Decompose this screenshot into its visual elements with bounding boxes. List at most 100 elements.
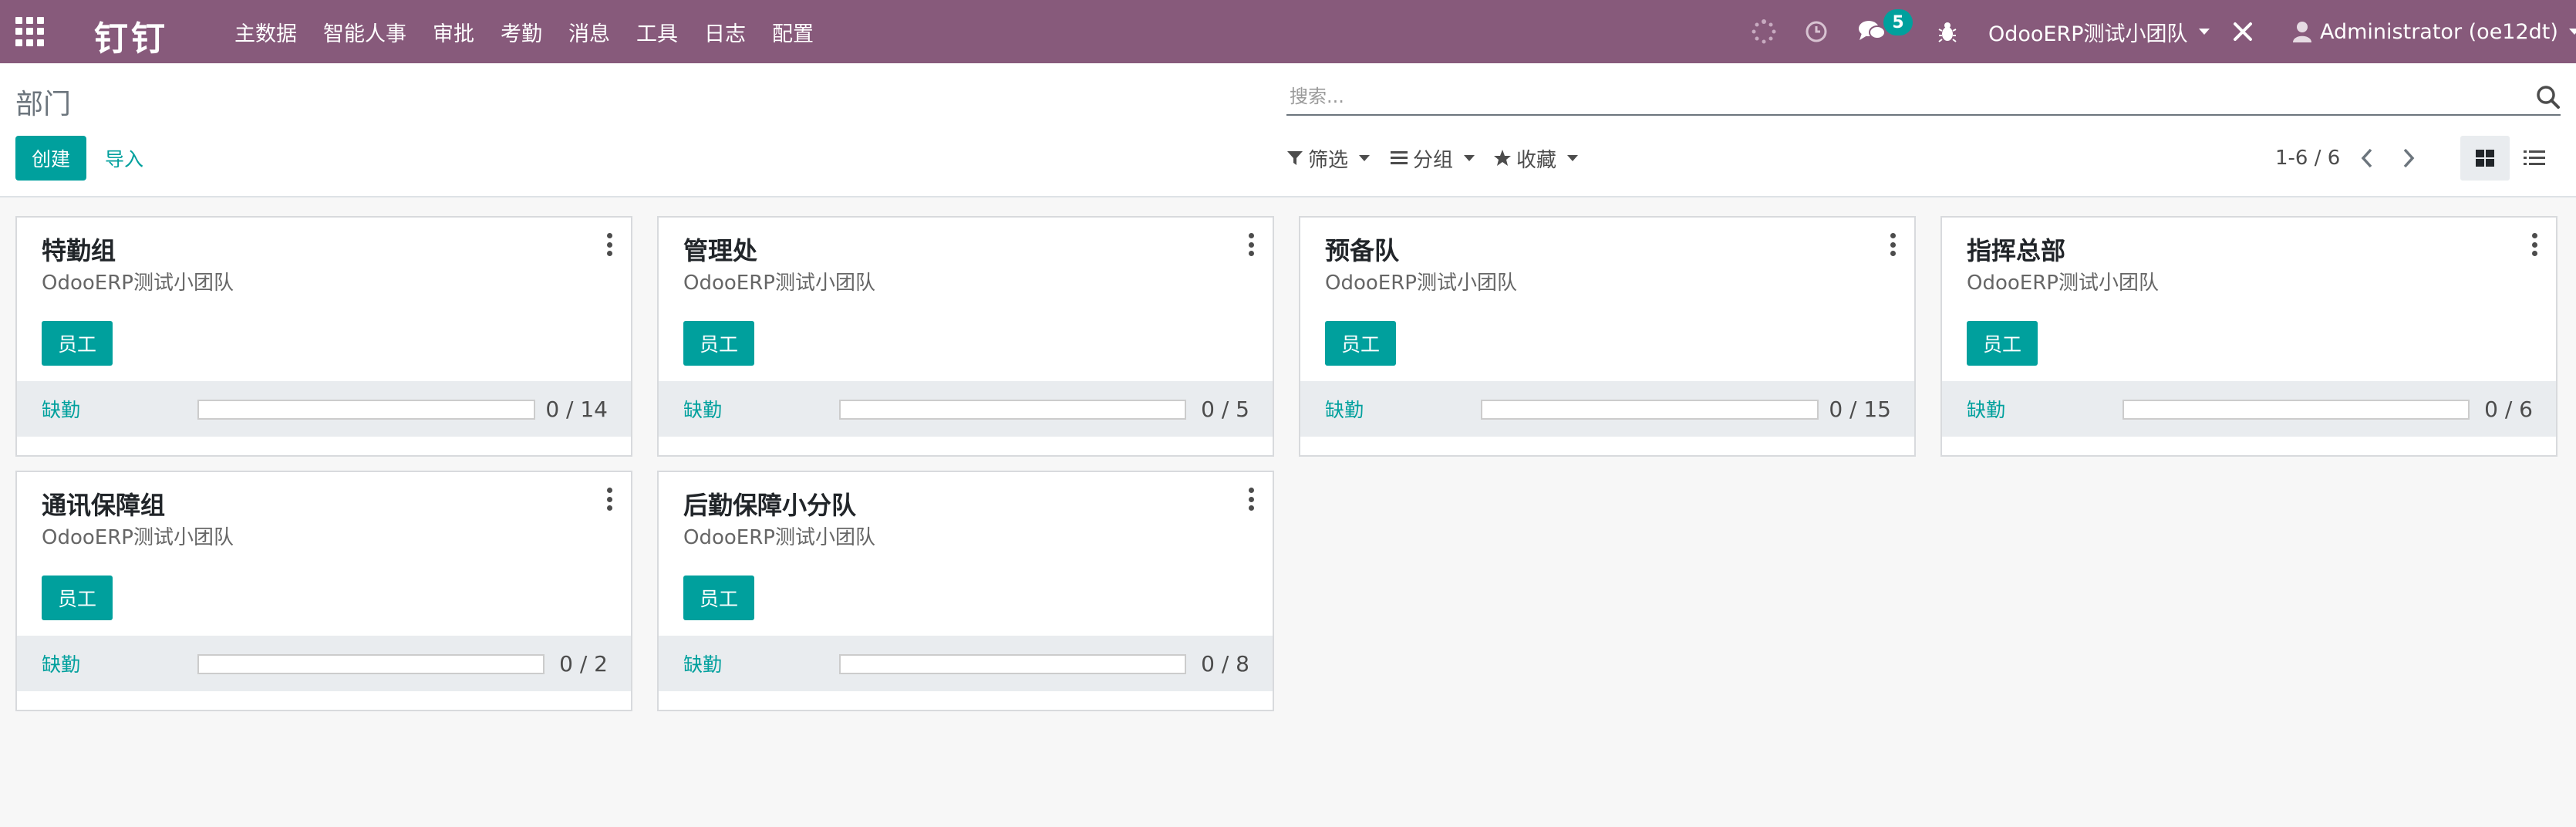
absence-link[interactable]: 缺勤 bbox=[683, 636, 722, 691]
menu-item-approval[interactable]: 审批 bbox=[431, 17, 476, 47]
absence-progress-bar bbox=[1481, 400, 1819, 420]
department-name[interactable]: 预备队 bbox=[1325, 231, 1399, 267]
search-input[interactable] bbox=[1290, 80, 2493, 113]
department-card[interactable]: 通讯保障组 OdooERP测试小团队 员工 缺勤 0 / 2 bbox=[15, 471, 632, 711]
app-brand[interactable]: 钉钉 bbox=[94, 11, 168, 60]
department-card[interactable]: 管理处 OdooERP测试小团队 员工 缺勤 0 / 5 bbox=[657, 216, 1274, 457]
apps-menu-icon[interactable] bbox=[15, 17, 45, 46]
department-company: OdooERP测试小团队 bbox=[42, 272, 234, 295]
absence-link[interactable]: 缺勤 bbox=[42, 636, 80, 691]
import-button[interactable]: 导入 bbox=[105, 136, 143, 181]
absence-count: 0 / 6 bbox=[2484, 396, 2533, 422]
department-card[interactable]: 后勤保障小分队 OdooERP测试小团队 员工 缺勤 0 / 8 bbox=[657, 471, 1274, 711]
absence-progress-bar bbox=[197, 654, 545, 674]
absence-footer: 缺勤 0 / 6 bbox=[1942, 381, 2556, 437]
tools-icon[interactable] bbox=[2232, 0, 2254, 63]
absence-link[interactable]: 缺勤 bbox=[1967, 381, 2005, 437]
filter-label: 筛选 bbox=[1308, 148, 1349, 172]
user-avatar-icon bbox=[2293, 22, 2311, 42]
department-card[interactable]: 特勤组 OdooERP测试小团队 员工 缺勤 0 / 14 bbox=[15, 216, 632, 457]
star-icon bbox=[1494, 150, 1511, 166]
chevron-down-icon bbox=[2198, 29, 2210, 35]
kanban-grid-icon bbox=[2476, 150, 2494, 167]
department-company: OdooERP测试小团队 bbox=[683, 526, 875, 549]
absence-footer: 缺勤 0 / 15 bbox=[1300, 381, 1914, 437]
pager-value[interactable]: 1-6 / 6 bbox=[2275, 136, 2340, 181]
list-view-button[interactable] bbox=[2510, 136, 2559, 181]
department-company: OdooERP测试小团队 bbox=[1967, 272, 2159, 295]
card-menu-icon[interactable] bbox=[1888, 233, 1897, 256]
favorites-label: 收藏 bbox=[1516, 148, 1557, 172]
pager-previous-button[interactable] bbox=[2360, 136, 2374, 181]
messaging-chat-icon[interactable]: 5 bbox=[1857, 0, 1913, 63]
user-menu[interactable]: Administrator (oe12dt) bbox=[2292, 0, 2576, 63]
menu-item-messages[interactable]: 消息 bbox=[567, 17, 612, 47]
card-menu-icon[interactable] bbox=[1246, 488, 1256, 511]
absence-progress-bar bbox=[197, 400, 535, 420]
employees-button[interactable]: 员工 bbox=[42, 321, 113, 366]
employees-button[interactable]: 员工 bbox=[683, 576, 754, 620]
chevron-down-icon bbox=[1567, 155, 1579, 161]
card-menu-icon[interactable] bbox=[605, 233, 614, 256]
absence-progress-bar bbox=[839, 400, 1186, 420]
absence-footer: 缺勤 0 / 14 bbox=[17, 381, 631, 437]
card-menu-icon[interactable] bbox=[605, 488, 614, 511]
create-button[interactable]: 创建 bbox=[15, 136, 86, 181]
filter-icon bbox=[1287, 151, 1303, 165]
chevron-down-icon bbox=[2568, 29, 2576, 35]
filter-dropdown[interactable]: 筛选 bbox=[1286, 136, 1371, 181]
employees-button[interactable]: 员工 bbox=[1967, 321, 2038, 366]
group-by-label: 分组 bbox=[1413, 148, 1454, 172]
absence-count: 0 / 5 bbox=[1201, 396, 1249, 422]
absence-progress-bar bbox=[2123, 400, 2470, 420]
absence-footer: 缺勤 0 / 5 bbox=[659, 381, 1273, 437]
department-company: OdooERP测试小团队 bbox=[1325, 272, 1517, 295]
menu-item-master-data[interactable]: 主数据 bbox=[233, 17, 298, 47]
chevron-down-icon bbox=[1359, 155, 1371, 161]
employees-button[interactable]: 员工 bbox=[683, 321, 754, 366]
control-panel: 部门 创建 导入 筛选 分组 收藏 1-6 / 6 bbox=[0, 63, 2576, 197]
card-menu-icon[interactable] bbox=[2530, 233, 2539, 256]
loading-spinner-icon bbox=[1751, 0, 1777, 63]
department-name[interactable]: 管理处 bbox=[683, 231, 757, 267]
department-name[interactable]: 通讯保障组 bbox=[42, 486, 165, 522]
department-card[interactable]: 预备队 OdooERP测试小团队 员工 缺勤 0 / 15 bbox=[1299, 216, 1916, 457]
user-name: Administrator (oe12dt) bbox=[2320, 19, 2558, 44]
menu-item-log[interactable]: 日志 bbox=[703, 17, 747, 47]
debug-bug-icon[interactable] bbox=[1937, 0, 1957, 63]
company-switcher[interactable]: OdooERP测试小团队 bbox=[1988, 0, 2210, 63]
employees-button[interactable]: 员工 bbox=[1325, 321, 1396, 366]
absence-count: 0 / 8 bbox=[1201, 650, 1249, 677]
absence-link[interactable]: 缺勤 bbox=[42, 381, 80, 437]
department-name[interactable]: 指挥总部 bbox=[1967, 231, 2065, 267]
message-count-badge: 5 bbox=[1883, 9, 1913, 35]
department-company: OdooERP测试小团队 bbox=[42, 526, 234, 549]
menu-item-tools[interactable]: 工具 bbox=[635, 17, 679, 47]
absence-link[interactable]: 缺勤 bbox=[1325, 381, 1364, 437]
department-name[interactable]: 特勤组 bbox=[42, 231, 116, 267]
group-by-dropdown[interactable]: 分组 bbox=[1390, 136, 1475, 181]
absence-count: 0 / 15 bbox=[1829, 396, 1891, 422]
department-name[interactable]: 后勤保障小分队 bbox=[683, 486, 856, 522]
absence-footer: 缺勤 0 / 2 bbox=[17, 636, 631, 691]
department-card[interactable]: 指挥总部 OdooERP测试小团队 员工 缺勤 0 / 6 bbox=[1940, 216, 2557, 457]
department-company: OdooERP测试小团队 bbox=[683, 272, 875, 295]
chevron-left-icon bbox=[2361, 148, 2372, 168]
menu-item-attendance[interactable]: 考勤 bbox=[499, 17, 544, 47]
company-name: OdooERP测试小团队 bbox=[1988, 22, 2188, 46]
breadcrumb: 部门 bbox=[15, 89, 72, 120]
kanban-view-button[interactable] bbox=[2460, 136, 2510, 181]
absence-count: 0 / 14 bbox=[545, 396, 608, 422]
group-by-icon bbox=[1391, 151, 1408, 164]
favorites-dropdown[interactable]: 收藏 bbox=[1493, 136, 1579, 181]
menu-item-settings[interactable]: 配置 bbox=[770, 17, 815, 47]
activity-clock-icon[interactable] bbox=[1805, 0, 1828, 63]
main-menu: 主数据 智能人事 审批 考勤 消息 工具 日志 配置 bbox=[233, 0, 838, 63]
employees-button[interactable]: 员工 bbox=[42, 576, 113, 620]
top-navbar: 钉钉 主数据 智能人事 审批 考勤 消息 工具 日志 配置 5 OdooERP测… bbox=[0, 0, 2576, 63]
search-icon[interactable] bbox=[2536, 85, 2561, 113]
card-menu-icon[interactable] bbox=[1246, 233, 1256, 256]
menu-item-smart-hr[interactable]: 智能人事 bbox=[322, 17, 408, 47]
absence-link[interactable]: 缺勤 bbox=[683, 381, 722, 437]
pager-next-button[interactable] bbox=[2402, 136, 2416, 181]
